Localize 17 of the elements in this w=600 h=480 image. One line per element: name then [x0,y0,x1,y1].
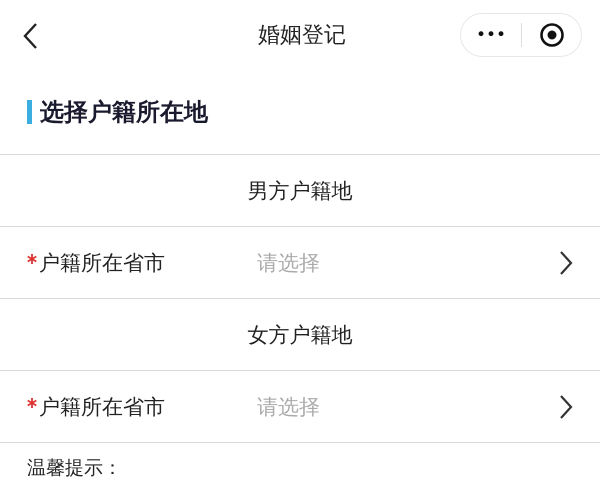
chevron-icon [559,394,573,420]
tip-text: 温馨提示： [26,456,123,480]
close-icon[interactable] [539,22,565,48]
picker-row[interactable]: 户籍所在省市 请选择 [0,227,600,299]
section-title: 选择户籍所在地 [40,97,208,128]
group-heading: 男方户籍地 [248,178,352,204]
back-icon[interactable] [22,22,38,50]
field-label: 户籍所在省市 [39,250,165,276]
accent-bar [27,100,32,124]
chevron-icon [559,250,573,276]
picker-row[interactable]: 户籍所在省市 请选择 [0,371,600,443]
group-heading: 女方户籍地 [248,322,352,348]
placeholder-text: 请选择 [257,394,321,420]
page-title: 婚姻登记 [258,22,346,50]
placeholder-text: 请选择 [257,250,321,276]
field-label: 户籍所在省市 [39,394,165,420]
more-button[interactable]: ••• [461,25,521,45]
